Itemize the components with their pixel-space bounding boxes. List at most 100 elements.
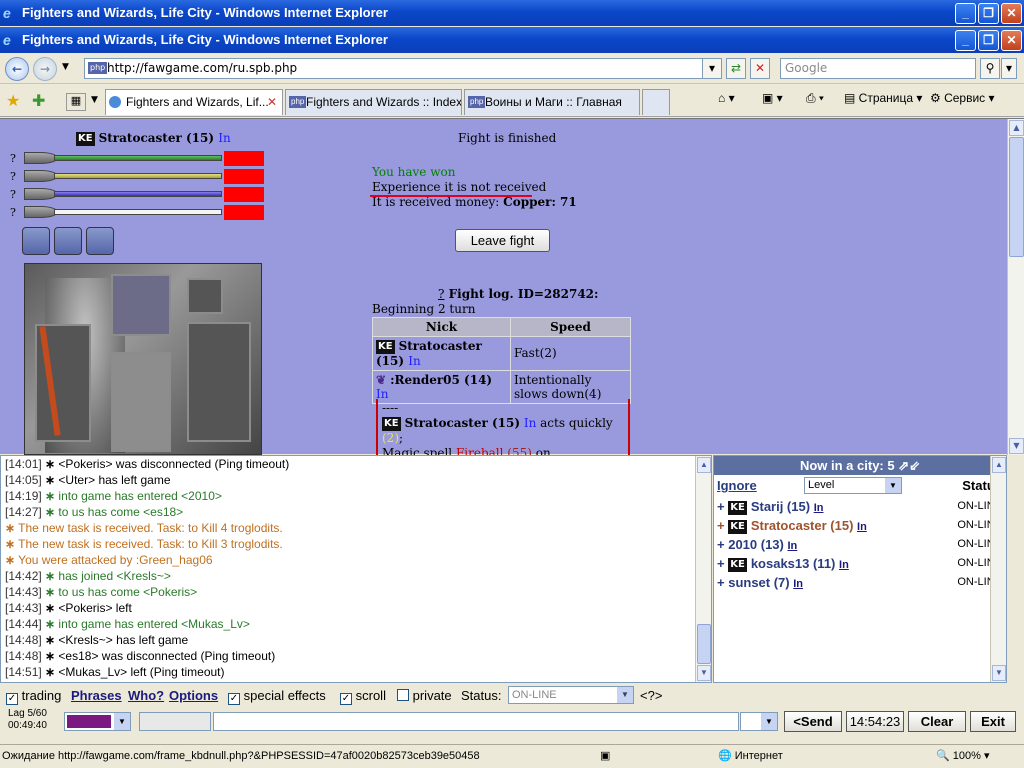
tab-voiny-glavnaya[interactable]: php Воины и Маги :: Главная (464, 89, 640, 115)
hp-bar: ? (10, 149, 264, 167)
scroll-up-icon[interactable]: ▲ (1009, 120, 1024, 136)
options-link[interactable]: Options (169, 688, 218, 703)
chat-scrollbar[interactable]: ▲ ▼ (695, 456, 711, 682)
ignore-link[interactable]: Ignore (717, 478, 757, 493)
system-star-icon: ∗ (41, 585, 56, 599)
phrases-link[interactable]: Phrases (71, 688, 122, 703)
inner-minimize-button[interactable]: _ (955, 30, 976, 51)
url-input[interactable]: php http://fawgame.com/ru.spb.php (84, 58, 720, 79)
fight-log-help-link[interactable]: ? (438, 287, 444, 301)
chat-options-bar: ✓ trading Phrases Who? Options ✓ special… (0, 685, 1024, 707)
search-icon[interactable]: ⚲ (980, 58, 1000, 79)
trading-checkbox[interactable]: ✓ trading (6, 688, 61, 705)
tab-list-dropdown-icon[interactable]: ▼ (91, 95, 98, 105)
add-favorite-icon[interactable]: ✚ (32, 91, 45, 110)
history-dropdown-icon[interactable]: ▼ (62, 62, 69, 72)
chat-line: [14:43] ∗ <Pokeris> left (5, 601, 132, 615)
clan-logo-icon: KE (382, 416, 401, 431)
zoom-control[interactable]: 🔍 100% ▾ (936, 746, 989, 766)
help-link[interactable]: <?> (640, 688, 662, 703)
online-user-row[interactable]: + KE Stratocaster (15) In ON-LINE (714, 516, 1006, 535)
scroll-up-icon[interactable]: ▲ (992, 457, 1006, 473)
amulet-slot[interactable] (187, 278, 223, 314)
scroll-down-icon[interactable]: ▼ (992, 665, 1006, 681)
search-options-button[interactable]: ▾ (1001, 58, 1017, 79)
private-checkbox[interactable]: private (397, 688, 452, 703)
online-user-row[interactable]: + 2010 (13) In ON-LINE (714, 535, 1006, 554)
shield-slot[interactable] (187, 322, 251, 442)
rss-feeds-icon[interactable]: ▣ ▾ (762, 91, 783, 105)
back-button[interactable]: ← (5, 57, 29, 81)
print-icon[interactable]: ⎙ ▾ (806, 91, 824, 106)
quick-tabs-icon[interactable]: ▦ (66, 93, 86, 111)
bag-icon[interactable] (86, 227, 114, 255)
bag-icon[interactable] (22, 227, 50, 255)
game-frame: KE Stratocaster (15) In ? ? ? ? Fight is… (0, 118, 1024, 455)
scroll-up-icon[interactable]: ▲ (697, 457, 711, 473)
online-user-row[interactable]: + KE kosaks13 (11) In ON-LINE (714, 554, 1006, 573)
scroll-down-icon[interactable]: ▼ (1009, 438, 1024, 454)
new-tab-button[interactable] (642, 89, 670, 115)
tab-fighters-index[interactable]: php Fighters and Wizards :: Index (285, 89, 462, 115)
win-message: You have won (372, 165, 456, 179)
send-button[interactable]: <Send (784, 711, 842, 732)
content-scrollbar[interactable]: ▲ ▼ (1007, 119, 1024, 455)
inner-maximize-button[interactable]: ❐ (978, 30, 999, 51)
scroll-checkbox[interactable]: ✓ scroll (340, 688, 386, 705)
message-input[interactable] (213, 712, 739, 731)
player-name[interactable]: Stratocaster (15) (99, 131, 214, 145)
refresh-arrows-icon[interactable]: ⇗⇙ (898, 458, 920, 473)
add-contact-icon[interactable]: + (717, 518, 725, 533)
armor-slot[interactable] (111, 352, 171, 452)
home-icon[interactable]: ⌂ ▾ (718, 91, 735, 105)
add-contact-icon[interactable]: + (717, 575, 725, 590)
add-contact-icon[interactable]: + (717, 499, 725, 514)
leave-fight-button[interactable]: Leave fight (455, 229, 550, 252)
service-menu[interactable]: ⚙ Сервис ▾ (930, 91, 995, 105)
url-dropdown-button[interactable]: ▾ (702, 58, 722, 79)
stop-icon[interactable]: ✕ (750, 58, 770, 79)
redacted-box (224, 205, 264, 220)
system-star-icon: ∗ (41, 569, 56, 583)
forward-button[interactable]: → (33, 57, 57, 81)
special-effects-checkbox[interactable]: ✓ special effects (228, 688, 326, 705)
who-link[interactable]: Who? (128, 688, 164, 703)
tab-fighters-city[interactable]: Fighters and Wizards, Lif... ✕ (105, 89, 283, 115)
online-user-row[interactable]: + KE Starij (15) In ON-LINE (714, 497, 1006, 516)
window-title-bar: e Fighters and Wizards, Life City - Wind… (0, 0, 1024, 26)
inner-close-button[interactable]: ✕ (1001, 30, 1022, 51)
table-row: KE Stratocaster (15) In Fast(2) (372, 336, 631, 371)
color-select[interactable]: ▼ (64, 712, 131, 731)
scroll-thumb[interactable] (697, 624, 711, 664)
system-star-icon: ∗ (41, 617, 56, 631)
system-star-icon: ∗ (41, 505, 56, 519)
add-contact-icon[interactable]: + (717, 556, 725, 571)
favorites-star-icon[interactable]: ★ (6, 91, 20, 110)
clan-logo-icon: KE (76, 131, 95, 146)
minimize-button[interactable]: _ (955, 3, 976, 24)
status-bar: Ожидание http://fawgame.com/frame_kbdnul… (0, 744, 1024, 768)
maximize-button[interactable]: ❐ (978, 3, 999, 24)
status-select[interactable]: ON-LINE ▼ (508, 686, 634, 704)
scroll-down-icon[interactable]: ▼ (697, 665, 711, 681)
exit-button[interactable]: Exit (970, 711, 1016, 732)
wing-icon (24, 152, 58, 164)
who-scrollbar[interactable]: ▲ ▼ (990, 456, 1006, 682)
add-contact-icon[interactable]: + (717, 537, 725, 552)
player-info-link[interactable]: In (218, 131, 230, 145)
tab-close-icon[interactable]: ✕ (267, 90, 277, 114)
bag-icon[interactable] (54, 227, 82, 255)
clear-button[interactable]: Clear (908, 711, 966, 732)
bags (22, 227, 114, 255)
loading-status-text: Ожидание http://fawgame.com/frame_kbdnul… (2, 750, 480, 762)
refresh-icon[interactable]: ⇄ (726, 58, 746, 79)
page-menu[interactable]: ▤ Страница ▾ (844, 91, 922, 105)
helmet-slot[interactable] (111, 274, 171, 336)
smiles-select[interactable]: ▼ (740, 712, 778, 731)
close-button[interactable]: ✕ (1001, 3, 1022, 24)
sort-select[interactable]: Level ▼ (804, 477, 902, 494)
recipient-field[interactable] (139, 712, 211, 731)
search-input[interactable]: Google (780, 58, 976, 79)
online-user-row[interactable]: + sunset (7) In ON-LINE (714, 573, 1006, 592)
scroll-thumb[interactable] (1009, 137, 1024, 257)
